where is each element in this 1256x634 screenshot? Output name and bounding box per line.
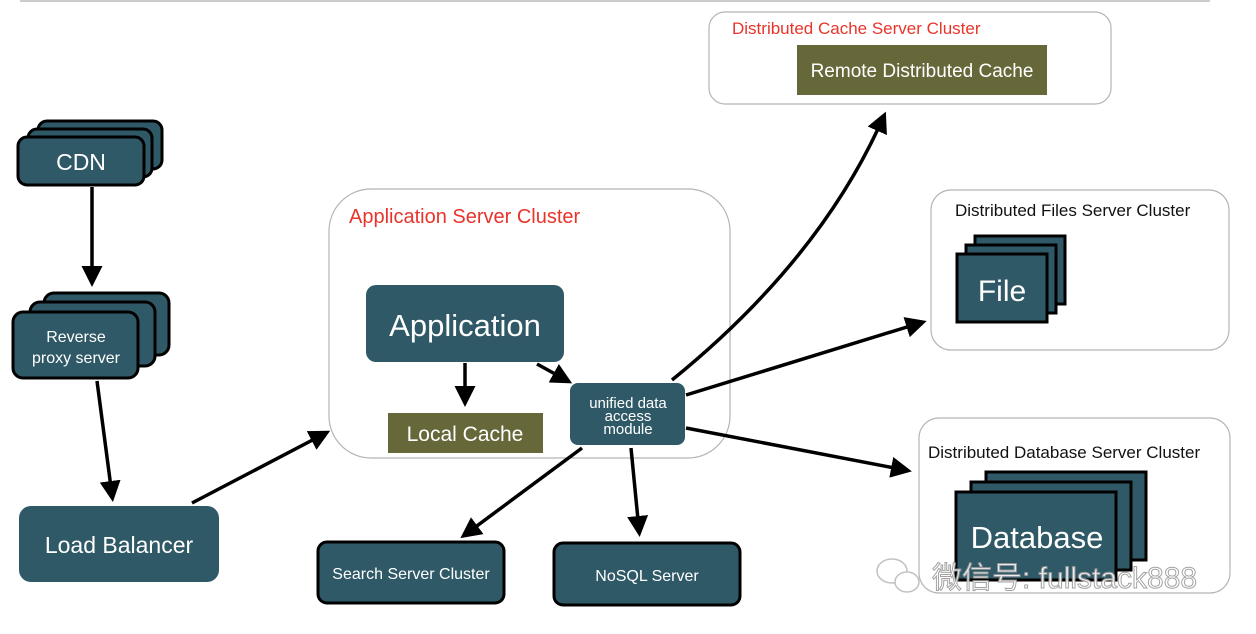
node-label: CDN: [56, 149, 106, 175]
arrow-proxy-lb: [95, 380, 121, 502]
node-label: Local Cache: [407, 423, 524, 446]
node-label: File: [978, 275, 1026, 308]
files-cluster: Distributed Files Server Cluster File: [930, 189, 1230, 351]
node-label: Remote Distributed Cache: [811, 61, 1034, 82]
search-node: Search Server Cluster: [316, 540, 506, 605]
arrow-unified-search: [460, 446, 584, 539]
node-label: module: [603, 421, 652, 438]
cluster-title: Distributed Files Server Cluster: [955, 201, 1191, 220]
app-cluster: Application Server Cluster Application L…: [328, 188, 731, 459]
node-label: Application: [389, 308, 541, 343]
wechat-icon: [876, 558, 920, 593]
node-label: Reverse: [46, 329, 106, 346]
arrow-lb-app: [191, 430, 331, 505]
nosql-node: NoSQL Server: [552, 541, 742, 607]
cluster-title: Distributed Cache Server Cluster: [732, 19, 981, 38]
node-label: NoSQL Server: [595, 568, 699, 585]
node-label: Search Server Cluster: [332, 566, 490, 583]
watermark-text: 微信号: fullstack888: [932, 562, 1197, 595]
cluster-title: Distributed Database Server Cluster: [928, 443, 1200, 462]
architecture-diagram: Distributed Cache Server Cluster Remote …: [11, 0, 1231, 607]
reverse-proxy-node: Reverse proxy server: [11, 291, 171, 380]
cache-cluster: Distributed Cache Server Cluster Remote …: [708, 11, 1112, 105]
cdn-node: CDN: [16, 119, 164, 187]
node-label: Database: [971, 520, 1104, 555]
load-balancer-node: Load Balancer: [19, 506, 219, 582]
cluster-title: Application Server Cluster: [349, 206, 581, 228]
node-label: Load Balancer: [45, 532, 194, 558]
arrow-unified-db: [685, 426, 912, 478]
node-label: proxy server: [32, 350, 121, 367]
arrow-unified-nosql: [627, 447, 649, 537]
